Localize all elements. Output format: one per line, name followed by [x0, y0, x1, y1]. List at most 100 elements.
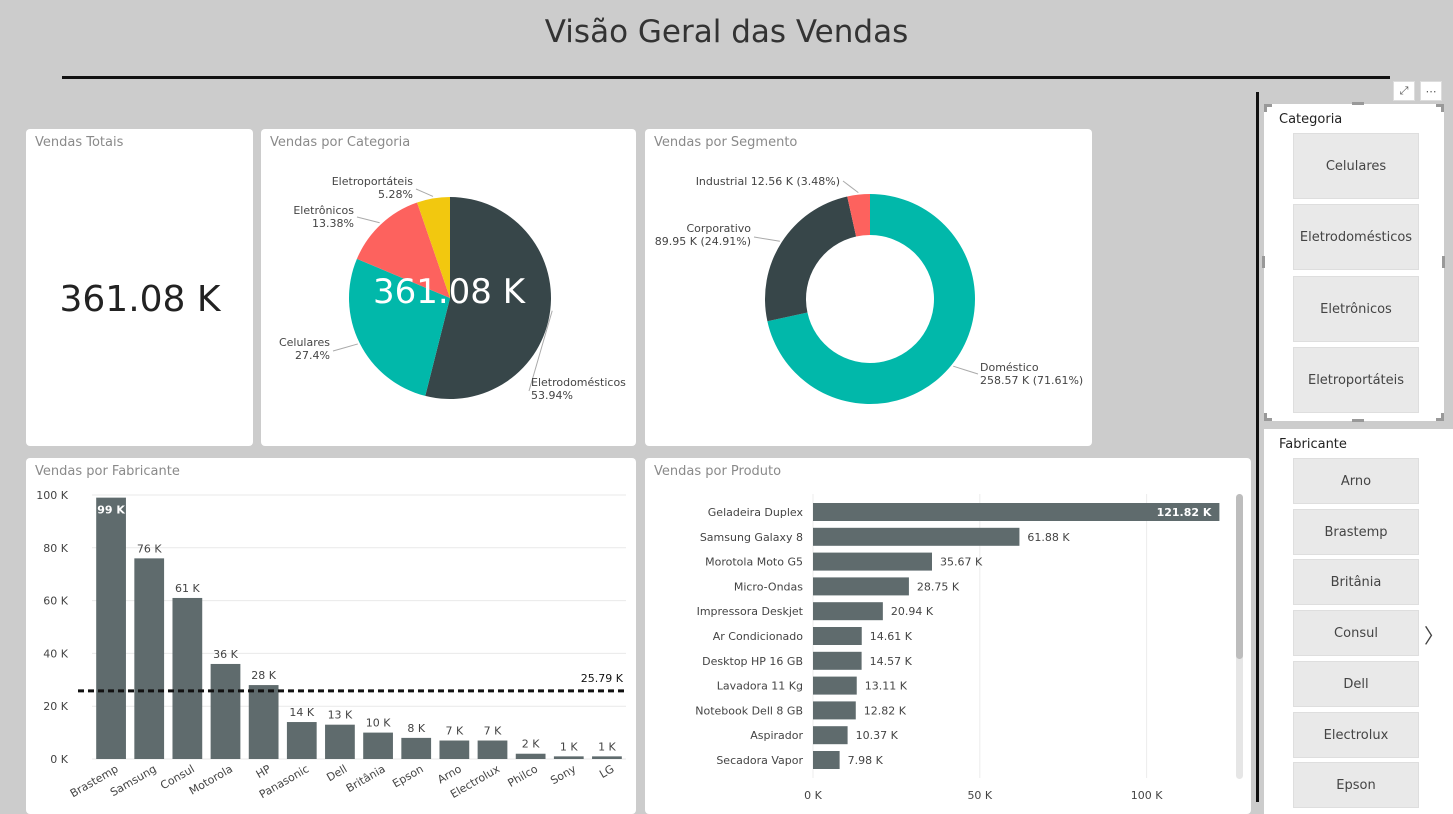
manufacturer-bar-card[interactable]: Vendas por Fabricante 0 K 20 K 40 K 60 K 80 … — [26, 458, 636, 814]
bar[interactable] — [515, 753, 546, 759]
product-bar-chart[interactable]: 0 K 50 K 100 K Geladeira Duplex 121.82 K Sams… — [645, 458, 1251, 814]
bar[interactable] — [96, 497, 126, 759]
leader-line — [415, 188, 434, 197]
bar-value-label: 28.75 K — [917, 580, 960, 593]
bar[interactable] — [248, 685, 279, 759]
y-tick-label: 80 K — [43, 542, 68, 555]
bar-value-label: 76 K — [137, 542, 162, 555]
slicer-item-brastemp[interactable]: Brastemp — [1293, 509, 1419, 555]
bar[interactable] — [134, 558, 165, 759]
x-tick-label: Dell — [324, 762, 349, 784]
y-category-label: Aspirador — [750, 729, 803, 742]
bar-value-label: 99 K — [97, 504, 125, 517]
bar-value-label: 2 K — [522, 738, 540, 751]
donut-slice[interactable] — [765, 196, 857, 322]
resize-handle[interactable] — [1352, 102, 1364, 105]
donut-label: Industrial 12.56 K (3.48%) — [696, 175, 840, 188]
bar[interactable] — [439, 740, 470, 759]
more-options-icon[interactable]: ⋯ — [1420, 81, 1442, 101]
bar[interactable] — [477, 740, 508, 759]
x-tick-label: 50 K — [967, 789, 992, 802]
bar-value-label: 1 K — [598, 740, 616, 753]
resize-handle[interactable] — [1264, 104, 1267, 112]
manufacturer-slicer-title: Fabricante — [1279, 437, 1347, 452]
bar-value-label: 1 K — [560, 740, 578, 753]
segment-donut-chart[interactable]: Doméstico258.57 K (71.61%) Corporativo89.… — [645, 129, 1092, 446]
x-tick-label: Motorola — [187, 762, 235, 797]
slicer-item-electrolux[interactable]: Electrolux — [1293, 712, 1419, 758]
bar-value-label: 35.67 K — [940, 556, 983, 569]
bar[interactable] — [286, 722, 317, 759]
slicer-item-epson[interactable]: Epson — [1293, 762, 1419, 808]
bar-value-label: 61 K — [175, 582, 200, 595]
bar[interactable] — [813, 751, 840, 769]
leader-line — [332, 343, 358, 352]
title-divider — [62, 76, 1390, 79]
category-pie-chart[interactable]: Eletrodomésticos53.94% Celulares27.4% Elet… — [261, 129, 636, 446]
segment-donut-card[interactable]: Vendas por Segmento Doméstico 258.57 K (7… — [645, 129, 1092, 446]
bar-value-label: 28 K — [251, 669, 276, 682]
bar[interactable] — [813, 676, 857, 695]
y-category-label: Lavadora 11 Kg — [717, 680, 803, 693]
slicer-item-britania[interactable]: Britânia — [1293, 559, 1419, 605]
bar[interactable] — [813, 627, 862, 645]
bar-value-label: 7 K — [484, 725, 502, 738]
bar[interactable] — [813, 726, 848, 745]
category-slicer-title: Categoria — [1279, 112, 1343, 127]
pie-label: Celulares — [279, 336, 330, 349]
y-category-label: Ar Condicionado — [713, 630, 803, 643]
slicer-item-eletronicos[interactable]: Eletrônicos — [1293, 276, 1419, 342]
slicer-item-eletroportateis[interactable]: Eletroportáteis — [1293, 347, 1419, 413]
manufacturer-bar-chart[interactable]: 0 K20 K40 K60 K80 K100 K99 KBrastemp76 K… — [26, 458, 636, 814]
bar[interactable] — [553, 756, 584, 759]
slicer-item-arno[interactable]: Arno — [1293, 458, 1419, 504]
bar[interactable] — [363, 732, 393, 759]
pie-percent: 5.28% — [378, 188, 413, 201]
bar[interactable] — [325, 724, 355, 759]
pie-label: Eletroportáteis — [332, 175, 414, 188]
bar-value-label: 8 K — [407, 722, 425, 735]
pie-percent: 53.94% — [531, 389, 573, 402]
resize-handle[interactable] — [1441, 104, 1444, 112]
pie-percent: 27.4% — [295, 349, 330, 362]
bar[interactable] — [813, 701, 856, 720]
resize-handle[interactable] — [1352, 419, 1364, 422]
y-tick-label: 40 K — [43, 647, 68, 660]
focus-mode-icon[interactable]: ⤢ — [1393, 81, 1415, 101]
product-chart-scrollbar[interactable] — [1236, 494, 1243, 779]
y-category-label: Notebook Dell 8 GB — [695, 704, 803, 717]
y-category-label: Micro-Ondas — [734, 580, 803, 593]
category-pie-card[interactable]: Vendas por Categoria Eletrodomésticos 53.… — [261, 129, 636, 446]
bar[interactable] — [592, 756, 622, 759]
bar[interactable] — [210, 663, 241, 759]
slicer-item-consul[interactable]: Consul — [1293, 610, 1419, 656]
donut-label: Corporativo — [686, 222, 751, 235]
bar[interactable] — [813, 552, 932, 571]
resize-handle[interactable] — [1442, 256, 1445, 268]
bar[interactable] — [401, 737, 432, 759]
bar[interactable] — [172, 597, 203, 759]
resize-handle[interactable] — [1441, 413, 1444, 421]
leader-line — [842, 180, 859, 194]
pie-label: Eletrodomésticos — [531, 376, 626, 389]
kpi-value: 361.08 K — [59, 279, 221, 320]
slicer-item-dell[interactable]: Dell — [1293, 661, 1419, 707]
bar[interactable] — [813, 651, 862, 670]
donut-detail: 258.57 K (71.61%) — [980, 374, 1083, 387]
bar[interactable] — [813, 602, 883, 621]
y-category-label: Secadora Vapor — [716, 754, 803, 767]
bar[interactable] — [813, 527, 1020, 546]
kpi-card[interactable]: Vendas Totais 361.08 K — [26, 129, 253, 446]
slicer-item-celulares[interactable]: Celulares — [1293, 133, 1419, 199]
product-bar-card[interactable]: Vendas por Produto 0 K 50 K 100 K Geladeira… — [645, 458, 1251, 814]
bar[interactable] — [813, 577, 909, 596]
chevron-right-icon[interactable]: 〉 — [1424, 620, 1444, 649]
resize-handle[interactable] — [1262, 256, 1265, 268]
slicer-item-eletrodomesticos[interactable]: Eletrodomésticos — [1293, 204, 1419, 270]
x-tick-label: Britânia — [344, 762, 388, 795]
leader-line — [356, 216, 380, 224]
resize-handle[interactable] — [1264, 413, 1267, 421]
bar-value-label: 20.94 K — [891, 605, 934, 618]
category-slicer[interactable]: Categoria Celulares Eletrodomésticos Ele… — [1262, 102, 1445, 422]
scrollbar-thumb[interactable] — [1236, 494, 1243, 659]
